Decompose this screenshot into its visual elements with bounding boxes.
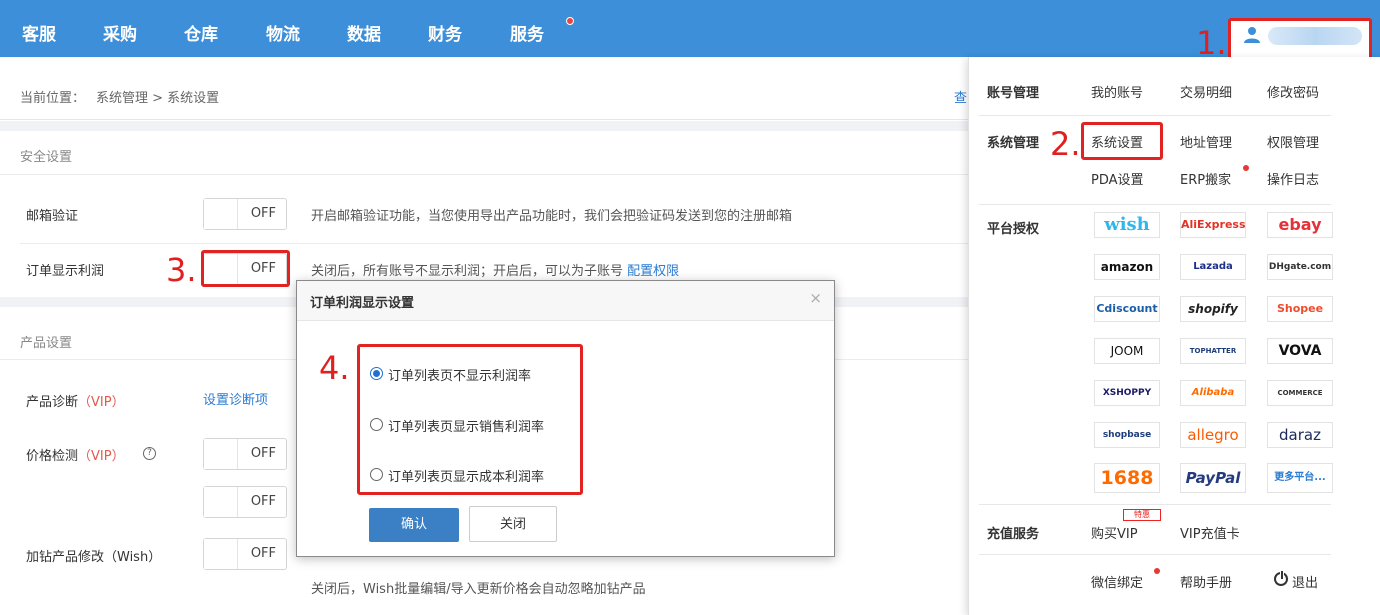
platform-joom[interactable]: JOOM [1094, 338, 1160, 364]
breadcrumb: 当前位置： 系统管理 > 系统设置 查 [0, 78, 968, 120]
wish-boost-desc: 关闭后，Wish批量编辑/导入更新价格会自动忽略加钻产品 [311, 582, 646, 597]
wish-boost-label: 加钻产品修改（Wish） [26, 550, 162, 565]
divider [979, 204, 1331, 205]
platform-ebay[interactable]: ebay [1267, 212, 1333, 238]
platform-daraz[interactable]: daraz [1267, 422, 1333, 448]
top-nav-bar: 客服 采购 仓库 物流 数据 财务 服务 [0, 0, 1380, 57]
menu-help-manual[interactable]: 帮助手册 [1180, 572, 1232, 591]
highlight-box-4 [357, 344, 583, 495]
system-section-label: 系统管理 [987, 136, 1040, 151]
platform-more[interactable]: 更多平台... [1267, 463, 1333, 493]
menu-operation-log[interactable]: 操作日志 [1267, 169, 1319, 188]
divider [0, 174, 968, 175]
menu-permission-management[interactable]: 权限管理 [1267, 132, 1319, 151]
price-check-label: 价格检测（VIP） [26, 449, 125, 464]
order-profit-desc: 关闭后，所有账号不显示利润；开启后，可以为子账号 配置权限 [311, 264, 680, 279]
platform-vova[interactable]: VOVA [1267, 338, 1333, 364]
product-diagnosis-label: 产品诊断（VIP） [26, 395, 125, 410]
breadcrumb-prefix: 当前位置： [20, 91, 86, 106]
platform-xshoppy[interactable]: XSHOPPY [1094, 380, 1160, 406]
annotation-step-1: 1. [1196, 24, 1227, 62]
menu-my-account[interactable]: 我的账号 [1091, 82, 1143, 101]
nav-customer-service[interactable]: 客服 [22, 0, 56, 57]
dialog-title: 订单利润显示设置 [310, 296, 415, 311]
close-button[interactable]: 关闭 [469, 506, 557, 542]
platform-paypal[interactable]: PayPal [1180, 463, 1246, 493]
menu-pda-settings[interactable]: PDA设置 [1091, 169, 1144, 188]
annotation-step-3: 3. [166, 251, 197, 289]
highlight-box-2 [1081, 122, 1163, 160]
power-icon[interactable] [1274, 570, 1288, 586]
platform-allegro[interactable]: allegro [1180, 422, 1246, 448]
config-permission-link[interactable]: 配置权限 [627, 264, 679, 279]
close-icon[interactable]: × [809, 289, 822, 307]
nav-finance[interactable]: 财务 [428, 0, 462, 57]
highlight-box-3 [201, 250, 290, 287]
platform-shopify[interactable]: shopify [1180, 296, 1246, 322]
menu-buy-vip[interactable]: 购买VIP [1091, 523, 1138, 542]
wish-boost-toggle[interactable]: OFF [203, 538, 287, 570]
platform-dhgate[interactable]: DHgate.com [1267, 254, 1333, 280]
platform-cdiscount[interactable]: Cdiscount [1094, 296, 1160, 322]
notification-dot [1243, 165, 1249, 171]
divider [979, 115, 1331, 116]
menu-wechat-bind[interactable]: 微信绑定 [1091, 572, 1143, 591]
platform-amazon[interactable]: amazon [1094, 254, 1160, 280]
recharge-section-label: 充值服务 [987, 527, 1040, 542]
platform-aliexpress[interactable]: AliExpress [1180, 212, 1246, 238]
platform-lazada[interactable]: Lazada [1180, 254, 1246, 280]
confirm-button[interactable]: 确认 [369, 508, 459, 542]
menu-address-management[interactable]: 地址管理 [1180, 132, 1232, 151]
platform-wish[interactable]: wish [1094, 212, 1160, 238]
divider [979, 554, 1331, 555]
platform-alibaba[interactable]: Alibaba [1180, 380, 1246, 406]
annotation-step-2: 2. [1050, 125, 1081, 163]
order-profit-label: 订单显示利润 [26, 264, 105, 279]
platform-1688[interactable]: 1688 [1094, 463, 1160, 493]
diagnosis-settings-link[interactable]: 设置诊断项 [203, 389, 268, 408]
menu-erp-migration[interactable]: ERP搬家 [1180, 169, 1231, 188]
divider [20, 243, 968, 244]
dialog-header: 订单利润显示设置 × [297, 281, 834, 321]
help-icon[interactable]: ? [143, 447, 156, 460]
account-section-label: 账号管理 [987, 86, 1040, 101]
product-section-title: 产品设置 [20, 336, 73, 351]
notification-dot [566, 17, 574, 25]
platform-tophatter[interactable]: TOPHATTER [1180, 338, 1246, 364]
platform-shopee[interactable]: Shopee [1267, 296, 1333, 322]
platform-commerce[interactable]: COMMERCE [1267, 380, 1333, 406]
divider [979, 504, 1331, 505]
nav-warehouse[interactable]: 仓库 [184, 0, 218, 57]
platform-section-label: 平台授权 [987, 222, 1040, 237]
email-verify-toggle[interactable]: OFF [203, 198, 287, 230]
menu-change-password[interactable]: 修改密码 [1267, 82, 1319, 101]
nav-data[interactable]: 数据 [347, 0, 381, 57]
breadcrumb-right-link[interactable]: 查 [954, 78, 967, 120]
email-verify-label: 邮箱验证 [26, 209, 79, 224]
highlight-box-1 [1228, 18, 1372, 62]
platform-shopbase[interactable]: shopbase [1094, 422, 1160, 448]
vip-discount-badge: 特惠 [1123, 509, 1161, 521]
email-verify-desc: 开启邮箱验证功能，当您使用导出产品功能时，我们会把验证码发送到您的注册邮箱 [311, 209, 793, 224]
price-check-toggle[interactable]: OFF [203, 438, 287, 470]
notification-dot [1154, 568, 1160, 574]
breadcrumb-path[interactable]: 系统管理 > 系统设置 [96, 78, 219, 120]
account-dropdown-menu: 账号管理 我的账号 交易明细 修改密码 系统管理 系统设置 地址管理 权限管理 … [968, 57, 1380, 615]
separator [0, 121, 968, 131]
nav-logistics[interactable]: 物流 [266, 0, 300, 57]
annotation-step-4: 4. [319, 349, 350, 387]
menu-transactions[interactable]: 交易明细 [1180, 82, 1232, 101]
price-check-toggle-2[interactable]: OFF [203, 486, 287, 518]
security-section-title: 安全设置 [20, 150, 73, 165]
nav-service[interactable]: 服务 [510, 0, 544, 57]
nav-purchase[interactable]: 采购 [103, 0, 137, 57]
menu-vip-card[interactable]: VIP充值卡 [1180, 523, 1240, 542]
menu-logout[interactable]: 退出 [1292, 572, 1318, 591]
